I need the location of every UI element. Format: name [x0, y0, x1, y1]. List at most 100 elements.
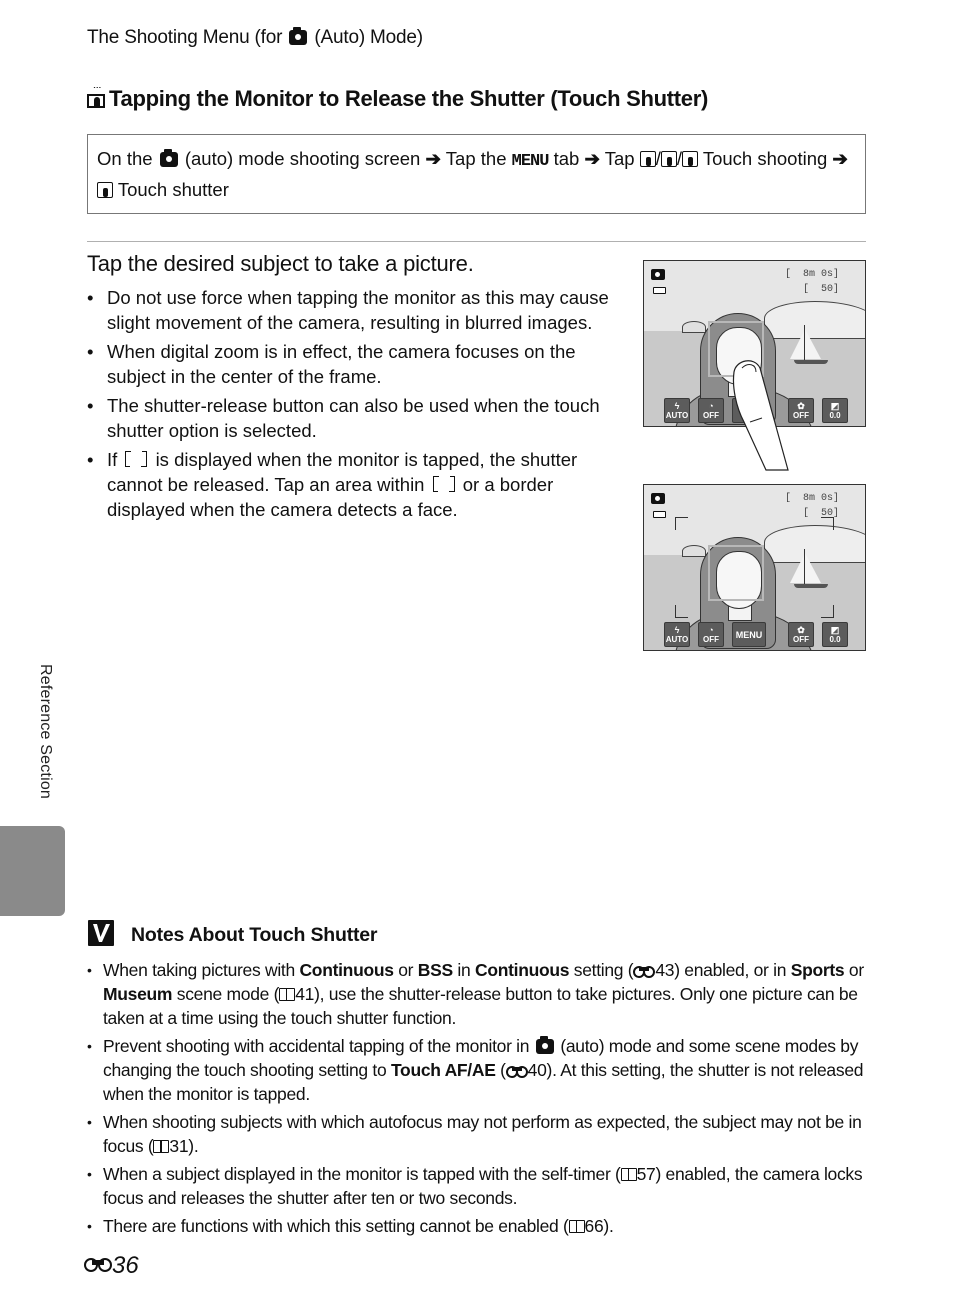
- arrow-right-icon: ➔: [425, 148, 441, 169]
- section-thumb-tab: [0, 826, 65, 916]
- list-text: If: [107, 449, 118, 470]
- path-text: Tap the: [445, 148, 507, 169]
- note-setting-name: Sports: [790, 960, 845, 980]
- button-label: M: [745, 406, 753, 416]
- path-text: On the: [97, 148, 153, 169]
- arrow-right-icon: ➔: [584, 148, 600, 169]
- self-timer-icon: ◔: [708, 401, 714, 411]
- face-focus-frame: [708, 545, 764, 601]
- touch-shutter-icon: ˙˙˙: [87, 87, 105, 109]
- note-item: When taking pictures with Continuous or …: [87, 958, 877, 1030]
- af-area-corner: [675, 605, 688, 618]
- flash-button[interactable]: ϟ AUTO: [664, 622, 690, 647]
- touch-af-ae-icon: [682, 151, 699, 167]
- reference-section-icon: [633, 965, 656, 978]
- page-title-text: Tapping the Monitor to Release the Shutt…: [109, 86, 708, 111]
- sailboat-illustration: [794, 584, 828, 588]
- exposure-compensation-button[interactable]: ◩ 0.0: [822, 622, 848, 647]
- note-text: in: [452, 960, 476, 980]
- auto-camera-icon: [651, 269, 665, 280]
- self-timer-button[interactable]: ◔ OFF: [698, 398, 724, 423]
- exposures-readout: [ 8m 0s] [ 50]: [785, 267, 839, 297]
- page-number-text: 36: [112, 1252, 139, 1279]
- note-setting-name: Touch AF/AE: [390, 1060, 496, 1080]
- list-item: Do not use force when tapping the monito…: [87, 285, 615, 335]
- flash-icon: ϟ: [674, 401, 680, 411]
- sailboat-illustration: [794, 360, 828, 364]
- self-timer-icon: ◔: [708, 625, 714, 635]
- menu-path-box: On the (auto) mode shooting screen ➔ Tap…: [87, 134, 866, 214]
- note-text: ).: [603, 1216, 614, 1236]
- exposure-compensation-button[interactable]: ◩ 0.0: [822, 398, 848, 423]
- page-title: ˙˙˙ Tapping the Monitor to Release the S…: [87, 86, 708, 112]
- auto-camera-icon: [289, 27, 308, 45]
- movie-time-remaining: [ 8m 0s]: [784, 493, 839, 504]
- battery-icon: [653, 287, 666, 294]
- note-item: When a subject displayed in the monitor …: [87, 1162, 877, 1210]
- note-text: When shooting subjects with which autofo…: [103, 1112, 862, 1156]
- running-head: The Shooting Menu (for (Auto) Mode): [87, 27, 423, 49]
- macro-button[interactable]: ✿ OFF: [788, 622, 814, 647]
- auto-camera-icon: [651, 493, 665, 504]
- self-timer-button[interactable]: ◔ OFF: [698, 622, 724, 647]
- camera-screen-tap: [ 8m 0s] [ 50] ϟ AUTO ◔ OFF M ✿ OFF ◩ 0.0: [643, 260, 866, 427]
- exposure-icon: ◩: [830, 401, 840, 411]
- subject-tracking-icon: [660, 151, 677, 167]
- note-text: or: [393, 960, 418, 980]
- button-label: AUTO: [665, 411, 689, 420]
- exposures-remaining: [ 50]: [802, 508, 839, 519]
- note-text: or: [844, 960, 864, 980]
- note-text: When taking pictures with: [103, 960, 300, 980]
- page-reference: 57: [620, 1164, 656, 1184]
- note-text: There are functions with which this sett…: [103, 1216, 569, 1236]
- note-item: There are functions with which this sett…: [87, 1214, 877, 1238]
- page-reference: 41: [279, 984, 314, 1004]
- note-setting-name: Museum: [103, 984, 173, 1004]
- af-area-corner: [821, 605, 834, 618]
- path-text: Touch shooting: [702, 148, 828, 169]
- touch-shutter-icon: [97, 182, 113, 198]
- step-bullet-list: Do not use force when tapping the monito…: [87, 285, 615, 526]
- reference-section-link: 43: [633, 960, 675, 980]
- exposure-icon: ◩: [830, 625, 840, 635]
- battery-icon: [653, 511, 666, 518]
- auto-camera-icon: [535, 1036, 554, 1054]
- button-label: OFF: [793, 411, 809, 420]
- movie-time-remaining: [ 8m 0s]: [784, 269, 839, 280]
- note-text: ).: [188, 1136, 199, 1156]
- note-item: Prevent shooting with accidental tapping…: [87, 1034, 877, 1106]
- camera-screen-af-area: [ 8m 0s] [ 50] ϟ AUTO ◔ OFF MENU ✿ OFF ◩ 0.0: [643, 484, 866, 651]
- reference-section-icon: [84, 1257, 112, 1273]
- focus-bracket-icon: [432, 476, 455, 492]
- section-side-label: Reference Section: [37, 664, 54, 800]
- page-reference: 31: [153, 1136, 189, 1156]
- note-text: setting (: [569, 960, 634, 980]
- list-item: If is displayed when the monitor is tapp…: [87, 447, 615, 522]
- list-item: When digital zoom is in effect, the came…: [87, 339, 615, 389]
- page-reference: 66: [568, 1216, 604, 1236]
- button-label: OFF: [793, 635, 809, 644]
- note-setting-name: Continuous: [475, 960, 570, 980]
- path-text: (auto) mode shooting screen: [184, 148, 421, 169]
- menu-button[interactable]: M: [732, 398, 766, 423]
- button-label: 0.0: [829, 635, 841, 644]
- note-check-icon: [88, 920, 114, 946]
- note-text: When a subject displayed in the monitor …: [103, 1164, 621, 1184]
- touch-shutter-icon: [639, 151, 656, 167]
- note-text: scene mode (: [172, 984, 280, 1004]
- note-setting-name: Continuous: [299, 960, 394, 980]
- button-label: OFF: [703, 635, 719, 644]
- macro-icon: ✿: [797, 401, 805, 411]
- button-label: OFF: [703, 411, 719, 420]
- auto-camera-icon: [159, 149, 178, 167]
- macro-icon: ✿: [797, 625, 805, 635]
- book-icon: [620, 1168, 637, 1181]
- book-icon: [153, 1140, 170, 1153]
- flash-button[interactable]: ϟ AUTO: [664, 398, 690, 423]
- menu-button[interactable]: MENU: [732, 622, 766, 647]
- flash-icon: ϟ: [674, 625, 680, 635]
- list-item: The shutter-release button can also be u…: [87, 393, 615, 443]
- note-text: (: [495, 1060, 506, 1080]
- macro-button[interactable]: ✿ OFF: [788, 398, 814, 423]
- focus-bracket-icon: [125, 451, 148, 467]
